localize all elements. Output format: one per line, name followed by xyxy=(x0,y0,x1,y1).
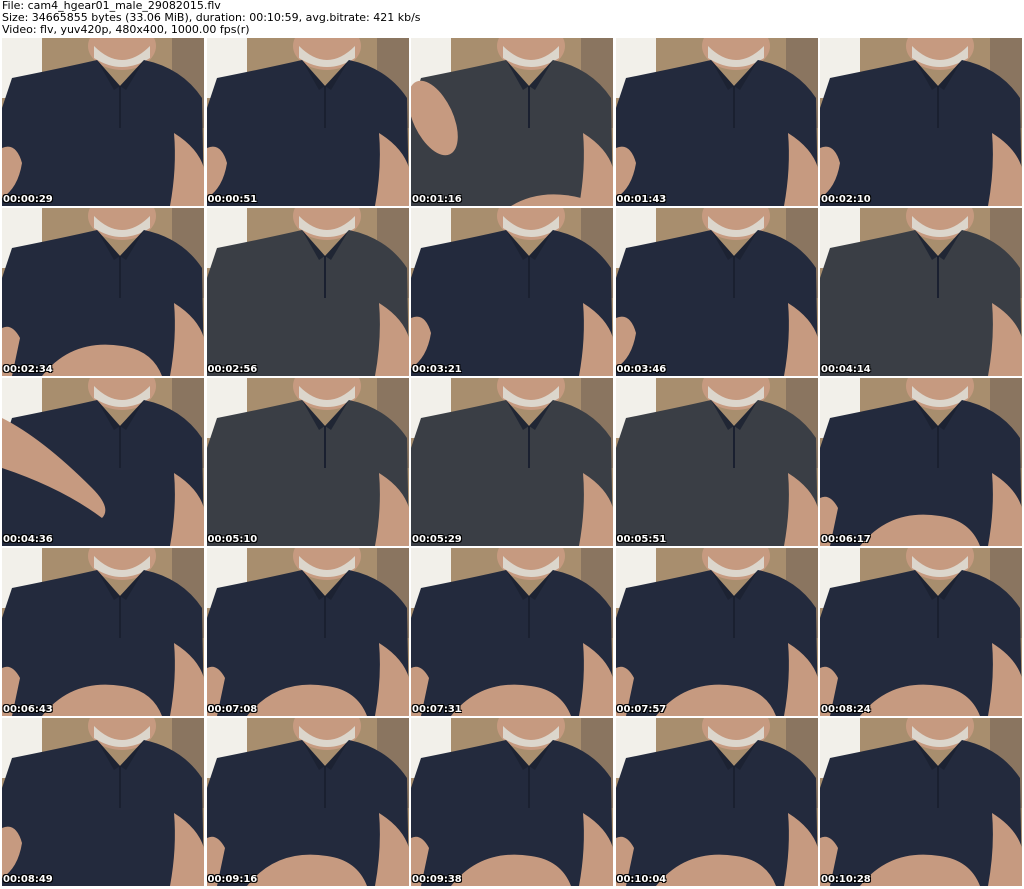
thumbnail-timestamp: 00:10:04 xyxy=(616,874,667,885)
video-thumbnail[interactable]: 00:08:49 xyxy=(2,718,204,886)
thumbnail-timestamp: 00:02:56 xyxy=(207,364,258,375)
thumbnail-timestamp: 00:08:24 xyxy=(821,704,871,715)
thumbnail-frame-image xyxy=(206,38,409,206)
video-thumbnail[interactable]: 00:10:28 xyxy=(820,718,1022,886)
thumbnail-grid: 00:00:29 00:00:51 00:01:16 00:01:43 00:02:10… xyxy=(2,38,1022,886)
thumbnail-frame-image xyxy=(820,718,1022,886)
thumbnail-timestamp: 00:05:29 xyxy=(412,534,462,545)
video-thumbnail[interactable]: 00:07:08 xyxy=(206,548,409,716)
thumbnail-timestamp: 00:04:14 xyxy=(821,364,871,375)
thumbnail-frame-image xyxy=(411,378,613,546)
thumbnail-frame-image xyxy=(2,718,204,886)
video-thumbnail[interactable]: 00:01:43 xyxy=(615,38,818,206)
video-info-line: Video: flv, yuv420p, 480x400, 1000.00 fp… xyxy=(2,23,250,36)
video-thumbnail[interactable]: 00:06:17 xyxy=(820,378,1022,546)
thumbnail-frame-image xyxy=(820,548,1022,716)
thumbnail-frame-image xyxy=(2,378,204,546)
thumbnail-timestamp: 00:05:10 xyxy=(207,534,258,545)
thumbnail-frame-image xyxy=(411,548,613,716)
video-thumbnail[interactable]: 00:04:36 xyxy=(2,378,204,546)
thumbnail-timestamp: 00:09:16 xyxy=(207,874,258,885)
video-thumbnail[interactable]: 00:03:21 xyxy=(411,208,613,376)
video-thumbnail[interactable]: 00:04:14 xyxy=(820,208,1022,376)
thumbnail-timestamp: 00:09:38 xyxy=(412,874,462,885)
file-info-header: File: cam4_hgear01_male_29082015.flv Siz… xyxy=(2,0,421,36)
thumbnail-frame-image xyxy=(615,718,818,886)
video-thumbnail[interactable]: 00:02:56 xyxy=(206,208,409,376)
video-thumbnail[interactable]: 00:10:04 xyxy=(615,718,818,886)
video-thumbnail[interactable]: 00:03:46 xyxy=(615,208,818,376)
video-thumbnail[interactable]: 00:06:43 xyxy=(2,548,204,716)
thumbnail-timestamp: 00:10:28 xyxy=(821,874,871,885)
thumbnail-frame-image xyxy=(615,548,818,716)
thumbnail-timestamp: 00:07:31 xyxy=(412,704,462,715)
thumbnail-timestamp: 00:07:08 xyxy=(207,704,258,715)
thumbnail-frame-image xyxy=(411,718,613,886)
thumbnail-frame-image xyxy=(411,208,613,376)
video-thumbnail[interactable]: 00:02:10 xyxy=(820,38,1022,206)
video-thumbnail[interactable]: 00:02:34 xyxy=(2,208,204,376)
thumbnail-frame-image xyxy=(206,548,409,716)
thumbnail-timestamp: 00:02:10 xyxy=(821,194,871,205)
thumbnail-timestamp: 00:06:17 xyxy=(821,534,871,545)
thumbnail-frame-image xyxy=(615,208,818,376)
thumbnail-timestamp: 00:03:21 xyxy=(412,364,462,375)
video-thumbnail[interactable]: 00:00:51 xyxy=(206,38,409,206)
thumbnail-timestamp: 00:01:16 xyxy=(412,194,462,205)
video-thumbnail[interactable]: 00:05:29 xyxy=(411,378,613,546)
thumbnail-frame-image xyxy=(206,208,409,376)
video-thumbnail[interactable]: 00:00:29 xyxy=(2,38,204,206)
thumbnail-timestamp: 00:04:36 xyxy=(3,534,53,545)
thumbnail-timestamp: 00:05:51 xyxy=(616,534,667,545)
thumbnail-timestamp: 00:01:43 xyxy=(616,194,667,205)
video-thumbnail[interactable]: 00:05:51 xyxy=(615,378,818,546)
video-thumbnail[interactable]: 00:05:10 xyxy=(206,378,409,546)
video-thumbnail[interactable]: 00:09:38 xyxy=(411,718,613,886)
video-thumbnail[interactable]: 00:09:16 xyxy=(206,718,409,886)
thumbnail-frame-image xyxy=(2,548,204,716)
thumbnail-frame-image xyxy=(820,378,1022,546)
thumbnail-timestamp: 00:06:43 xyxy=(3,704,53,715)
thumbnail-timestamp: 00:00:51 xyxy=(207,194,258,205)
video-thumbnail[interactable]: 00:01:16 xyxy=(411,38,613,206)
thumbnail-frame-image xyxy=(411,38,613,206)
thumbnail-timestamp: 00:03:46 xyxy=(616,364,667,375)
thumbnail-frame-image xyxy=(615,378,818,546)
video-thumbnail[interactable]: 00:08:24 xyxy=(820,548,1022,716)
thumbnail-frame-image xyxy=(206,378,409,546)
thumbnail-frame-image xyxy=(2,38,204,206)
thumbnail-timestamp: 00:07:57 xyxy=(616,704,667,715)
video-thumbnail[interactable]: 00:07:57 xyxy=(615,548,818,716)
thumbnail-frame-image xyxy=(820,38,1022,206)
thumbnail-frame-image xyxy=(206,718,409,886)
thumbnail-timestamp: 00:02:34 xyxy=(3,364,53,375)
thumbnail-timestamp: 00:08:49 xyxy=(3,874,53,885)
thumbnail-frame-image xyxy=(2,208,204,376)
thumbnail-frame-image xyxy=(820,208,1022,376)
thumbnail-frame-image xyxy=(615,38,818,206)
video-thumbnail[interactable]: 00:07:31 xyxy=(411,548,613,716)
thumbnail-timestamp: 00:00:29 xyxy=(3,194,53,205)
